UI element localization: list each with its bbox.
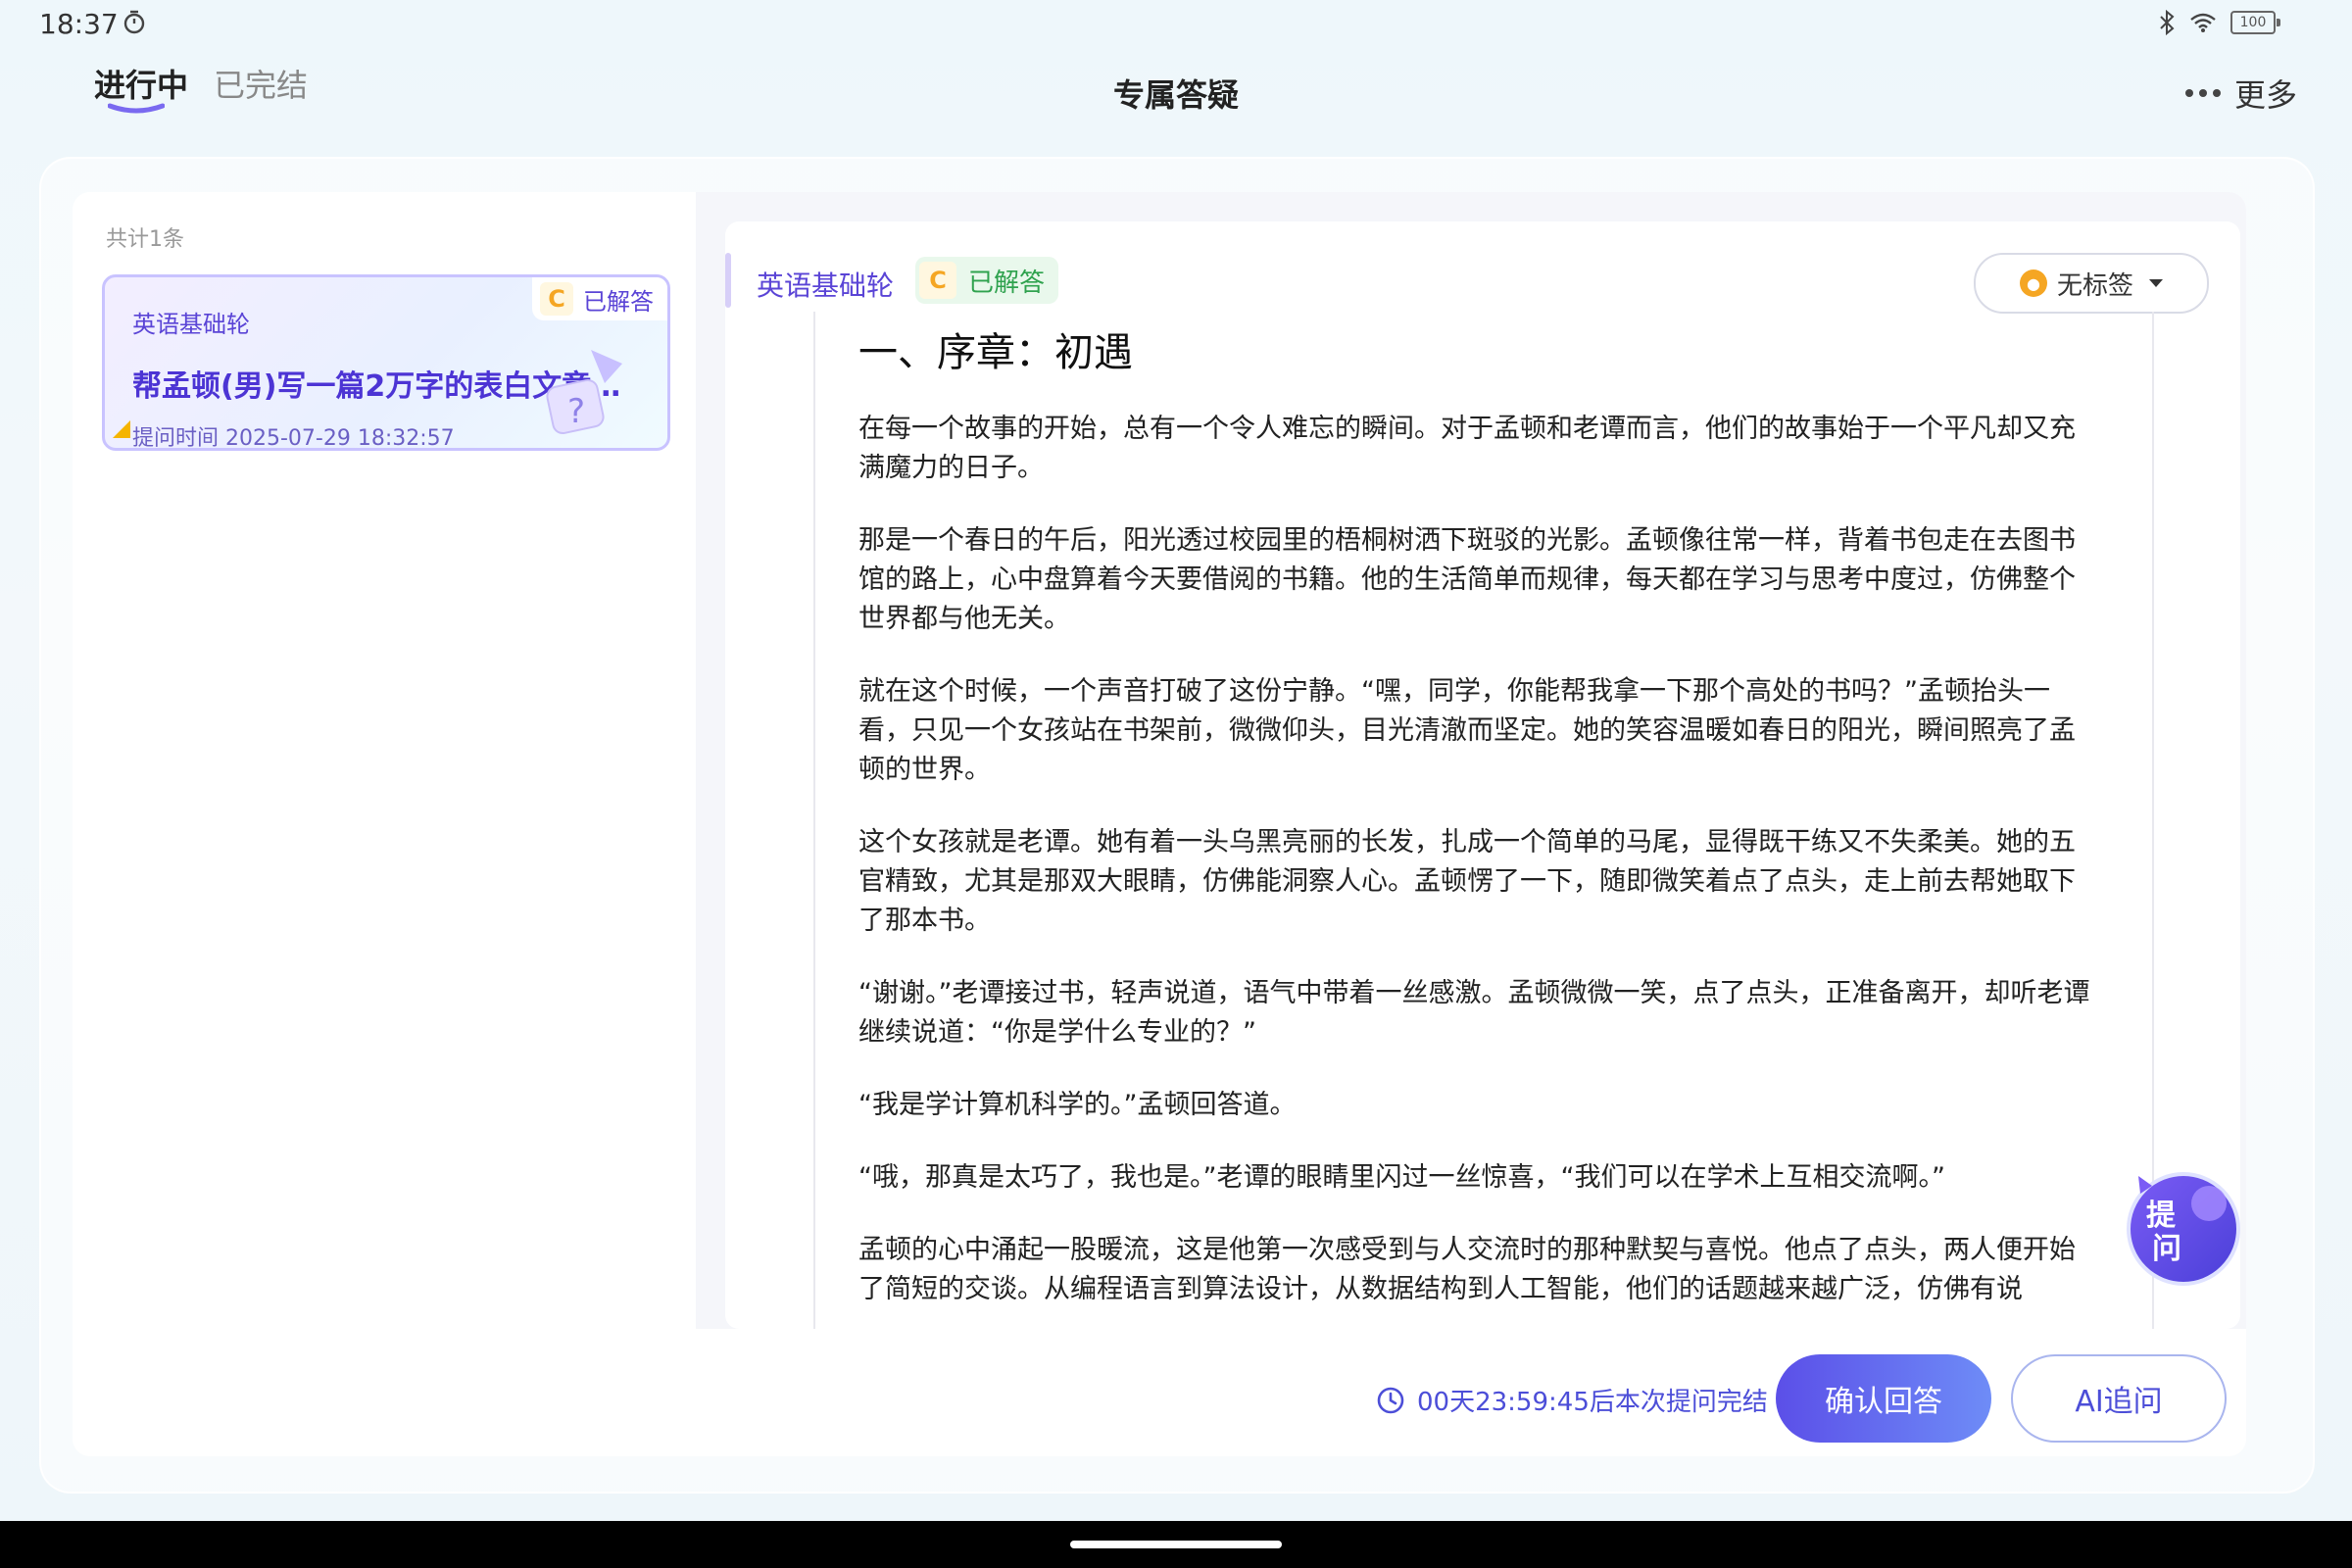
more-label: 更多	[2233, 76, 2297, 114]
card-time: 提问时间 2025-07-29 18:32:57	[132, 426, 455, 451]
detail-status-text: 已解答	[968, 268, 1046, 298]
content-panel: 共计1条 英语基础轮 C 已解答 帮孟顿(男)写一篇2万字的表白文章给… 提问时…	[73, 192, 2246, 1456]
ask-question-fab[interactable]: 提 问	[2119, 1164, 2242, 1288]
question-mark-decoration-icon: ?	[546, 350, 622, 435]
tag-label: 无标签	[2056, 270, 2133, 301]
confirm-answer-button[interactable]: 确认回答	[1776, 1354, 1991, 1443]
card-status-badge: C 已解答	[532, 277, 667, 320]
question-card[interactable]: 英语基础轮 C 已解答 帮孟顿(男)写一篇2万字的表白文章给… 提问时间 202…	[102, 274, 670, 451]
answer-heading: 一、序章：初遇	[858, 330, 1133, 375]
action-bar: 00天23:59:45后本次提问完结 确认回答 AI追问	[73, 1329, 2246, 1456]
fab-label-1: 提	[2146, 1199, 2177, 1233]
answer-card: 英语基础轮 C 已解答 ● 无标签 一、序章：初遇 在每一个故事的开始，总有一个…	[725, 221, 2240, 1329]
answer-paragraph: 那是一个春日的午后，阳光透过校园里的梧桐树洒下斑驳的光影。孟顿像往常一样，背着书…	[858, 525, 2076, 634]
countdown-text: 00天23:59:45后本次提问完结	[1417, 1388, 1768, 1417]
answer-paragraph: 孟顿的心中涌起一股暖流，这是他第一次感受到与人交流时的那种默契与喜悦。他点了点头…	[858, 1235, 2076, 1304]
stopwatch-icon	[123, 10, 145, 34]
detail-subject: 英语基础轮	[757, 270, 895, 302]
page-title: 专属答疑	[1112, 76, 1239, 114]
card-subject: 英语基础轮	[132, 311, 250, 338]
card-status-text: 已解答	[583, 287, 654, 316]
detail-area: 英语基础轮 C 已解答 ● 无标签 一、序章：初遇 在每一个故事的开始，总有一个…	[696, 192, 2246, 1329]
home-indicator[interactable]	[1070, 1541, 1282, 1548]
answer-paragraph: 这个女孩就是老谭。她有着一头乌黑亮丽的长发，扎成一个简单的马尾，显得既干练又不失…	[858, 827, 2076, 936]
question-count: 共计1条	[106, 227, 184, 252]
status-icons: 100	[2158, 10, 2280, 35]
system-nav-bar	[0, 1521, 2352, 1568]
answer-paragraph: “谢谢。”老谭接过书，轻声说道，语气中带着一丝感激。孟顿微微一笑，点了点头，正准…	[858, 978, 2090, 1048]
tag-icon: ●	[2019, 270, 2047, 297]
more-button[interactable]: 更多	[2184, 71, 2297, 116]
question-list: 共计1条 英语基础轮 C 已解答 帮孟顿(男)写一篇2万字的表白文章给… 提问时…	[73, 192, 696, 1329]
detail-status-badge: C 已解答	[915, 257, 1059, 304]
answer-paragraph: 在每一个故事的开始，总有一个令人难忘的瞬间。对于孟顿和老谭而言，他们的故事始于一…	[858, 414, 2076, 483]
wifi-icon	[2190, 13, 2216, 32]
svg-text:?: ?	[567, 392, 585, 431]
answer-paragraph: “我是学计算机科学的。”孟顿回答道。	[858, 1090, 1297, 1120]
answer-paragraph: 就在这个时候，一个声音打破了这份宁静。“嘿，同学，你能帮我拿一下那个高处的书吗？…	[858, 676, 2076, 785]
caret-down-icon	[2149, 279, 2163, 287]
fab-label-2: 问	[2152, 1232, 2181, 1266]
ai-followup-button[interactable]: AI追问	[2011, 1354, 2227, 1443]
more-dots-icon	[2184, 89, 2221, 97]
clock-icon	[1377, 1387, 1404, 1413]
tag-dropdown[interactable]: ● 无标签	[1974, 253, 2209, 314]
subject-accent-bar	[725, 253, 731, 308]
grade-c-icon: C	[540, 282, 573, 316]
ask-bubble-icon: 提 问	[2127, 1172, 2240, 1286]
battery-icon: 100	[2230, 11, 2280, 34]
countdown: 00天23:59:45后本次提问完结	[1376, 1382, 1768, 1418]
card-corner-mark	[113, 420, 130, 438]
bluetooth-icon	[2160, 10, 2175, 35]
answer-paragraph: “哦，那真是太巧了，我也是。”老谭的眼睛里闪过一丝惊喜，“我们可以在学术上互相交…	[858, 1162, 1945, 1193]
status-bar: 18:37 100	[0, 0, 2352, 49]
answer-document[interactable]: 一、序章：初遇 在每一个故事的开始，总有一个令人难忘的瞬间。对于孟顿和老谭而言，…	[813, 312, 2154, 1329]
status-time: 18:37	[39, 8, 119, 40]
grade-c-icon: C	[919, 262, 956, 299]
